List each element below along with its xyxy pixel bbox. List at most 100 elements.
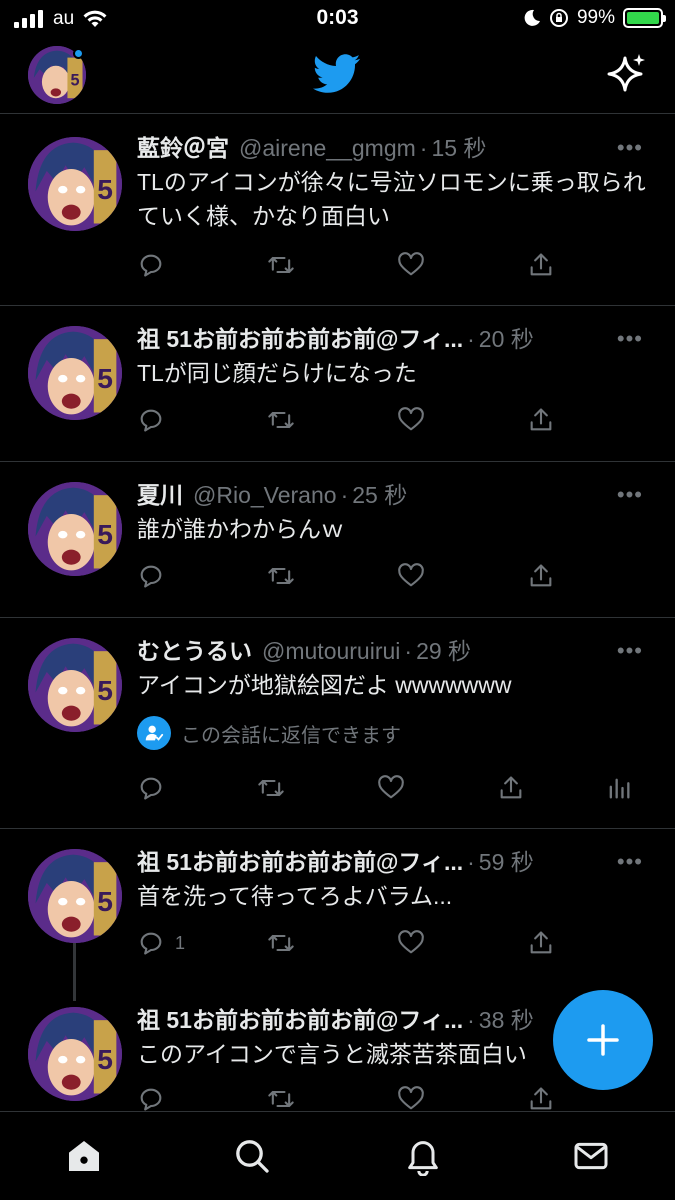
avatar-image: 5 xyxy=(28,482,122,576)
tweet-content: 夏川 @Rio_Verano · 25 秒 誰が誰かわからんｗ xyxy=(137,480,649,546)
retweet-icon[interactable] xyxy=(257,774,285,802)
timestamp[interactable]: 20 秒 xyxy=(479,324,534,354)
tweet-actions: 1 xyxy=(137,929,655,959)
bottom-tab-bar xyxy=(0,1111,675,1200)
svg-text:5: 5 xyxy=(97,362,113,394)
like-icon[interactable] xyxy=(397,251,425,279)
retweet-icon[interactable] xyxy=(267,562,295,590)
reply-icon[interactable]: 1 xyxy=(137,929,185,957)
like-icon[interactable] xyxy=(397,1085,425,1113)
like-icon[interactable] xyxy=(377,774,405,802)
svg-text:5: 5 xyxy=(97,674,113,706)
status-right: 99% xyxy=(523,7,666,29)
more-icon[interactable]: ••• xyxy=(617,135,643,161)
display-name[interactable]: 夏川 xyxy=(137,480,183,510)
more-icon[interactable]: ••• xyxy=(617,849,643,875)
timestamp[interactable]: 15 秒 xyxy=(431,133,486,163)
retweet-icon[interactable] xyxy=(267,929,295,957)
avatar-image: 5 xyxy=(28,1007,122,1101)
reply-permission-note: この会話に返信できます xyxy=(137,716,649,750)
more-icon[interactable]: ••• xyxy=(617,638,643,664)
orientation-lock-icon xyxy=(549,9,568,27)
avatar-image: 5 xyxy=(28,849,122,943)
svg-text:5: 5 xyxy=(70,71,79,89)
tweet[interactable]: 5 むとうるい @mutouruirui · 29 秒 アイコンが地獄絵図だよ … xyxy=(0,618,675,829)
tweet-text: 首を洗って待ってろよバラム... xyxy=(137,883,453,909)
share-icon[interactable] xyxy=(497,774,525,802)
svg-text:5: 5 xyxy=(97,173,113,205)
mail-icon[interactable] xyxy=(569,1134,613,1178)
reply-icon[interactable] xyxy=(137,562,165,590)
search-icon[interactable] xyxy=(230,1134,274,1178)
reply-count: 1 xyxy=(175,932,186,953)
retweet-icon[interactable] xyxy=(267,406,295,434)
reply-icon[interactable] xyxy=(137,774,165,802)
share-icon[interactable] xyxy=(527,562,555,590)
handle[interactable]: @airene__gmgm xyxy=(239,133,416,163)
bell-icon[interactable] xyxy=(401,1134,445,1178)
display-name[interactable]: 祖 51お前お前お前お前@フィ... xyxy=(137,1005,463,1035)
status-bar: au 0:03 99% xyxy=(0,0,675,38)
tweet-avatar[interactable]: 5 xyxy=(28,482,122,576)
avatar-image: 5 xyxy=(28,326,122,420)
handle[interactable]: @mutouruirui xyxy=(262,636,400,666)
analytics-icon[interactable] xyxy=(605,774,633,802)
timestamp[interactable]: 29 秒 xyxy=(416,636,471,666)
reply-allowed-icon xyxy=(137,716,171,750)
tweet-meta: 藍鈴＠宮 @airene__gmgm · 15 秒 xyxy=(137,133,487,163)
tweet-content: 祖 51お前お前お前お前@フィ... · 20 秒 TLが同じ顔だらけになった xyxy=(137,324,649,390)
tweet-meta: 祖 51お前お前お前お前@フィ... · 20 秒 xyxy=(137,324,534,354)
sparkle-icon[interactable] xyxy=(607,52,647,96)
reply-icon[interactable] xyxy=(137,406,165,434)
display-name[interactable]: 祖 51お前お前お前お前@フィ... xyxy=(137,847,463,877)
notification-dot xyxy=(73,48,84,59)
tweet-content: 祖 51お前お前お前お前@フィ... · 59 秒 首を洗って待ってろよバラム.… xyxy=(137,847,649,913)
tweet-text: TLが同じ顔だらけになった xyxy=(137,360,417,386)
tweet-avatar[interactable]: 5 xyxy=(28,638,122,732)
like-icon[interactable] xyxy=(397,929,425,957)
compose-tweet-button[interactable] xyxy=(553,990,653,1090)
top-header: 5 xyxy=(0,38,675,114)
svg-text:5: 5 xyxy=(97,1043,113,1075)
handle[interactable]: @Rio_Verano xyxy=(193,480,337,510)
share-icon[interactable] xyxy=(527,251,555,279)
home-icon[interactable] xyxy=(62,1134,106,1178)
tweet[interactable]: 5 藍鈴＠宮 @airene__gmgm · 15 秒 TLのアイコンが徐々に号… xyxy=(0,115,675,306)
display-name[interactable]: むとうるい xyxy=(137,636,252,666)
tweet-text: 誰が誰かわからんｗ xyxy=(137,516,344,542)
more-icon[interactable]: ••• xyxy=(617,326,643,352)
tweet-avatar[interactable]: 5 xyxy=(28,1007,122,1101)
tweet-content: むとうるい @mutouruirui · 29 秒 アイコンが地獄絵図だよ ww… xyxy=(137,636,649,750)
timestamp[interactable]: 25 秒 xyxy=(352,480,407,510)
tweet[interactable]: 5 祖 51お前お前お前お前@フィ... · 20 秒 TLが同じ顔だらけになっ… xyxy=(0,306,675,462)
share-icon[interactable] xyxy=(527,406,555,434)
avatar-image: 5 xyxy=(28,638,122,732)
retweet-icon[interactable] xyxy=(267,251,295,279)
tweet-meta: 夏川 @Rio_Verano · 25 秒 xyxy=(137,480,408,510)
tweet-avatar[interactable]: 5 xyxy=(28,849,122,943)
share-icon[interactable] xyxy=(527,929,555,957)
tweet-avatar[interactable]: 5 xyxy=(28,326,122,420)
battery-icon xyxy=(623,8,666,28)
moon-icon xyxy=(524,9,540,26)
tweet[interactable]: 5 夏川 @Rio_Verano · 25 秒 誰が誰かわからんｗ ••• xyxy=(0,462,675,618)
tweet-avatar[interactable]: 5 xyxy=(28,137,122,231)
timestamp[interactable]: 59 秒 xyxy=(479,847,534,877)
display-name[interactable]: 藍鈴＠宮 xyxy=(137,133,229,163)
more-icon[interactable]: ••• xyxy=(617,482,643,508)
tweet-text: アイコンが地獄絵図だよ wwwwwww xyxy=(137,672,512,698)
like-icon[interactable] xyxy=(397,562,425,590)
tweet-actions xyxy=(137,774,655,804)
timestamp[interactable]: 38 秒 xyxy=(479,1005,534,1035)
share-icon[interactable] xyxy=(527,1085,555,1113)
tweet-actions xyxy=(137,251,655,281)
tweet-actions xyxy=(137,406,655,436)
tweet-content: 藍鈴＠宮 @airene__gmgm · 15 秒 TLのアイコンが徐々に号泣ソ… xyxy=(137,133,649,233)
reply-icon[interactable] xyxy=(137,251,165,279)
display-name[interactable]: 祖 51お前お前お前お前@フィ... xyxy=(137,324,463,354)
twitter-bird-icon[interactable] xyxy=(313,54,361,94)
retweet-icon[interactable] xyxy=(267,1085,295,1113)
tweet-meta: 祖 51お前お前お前お前@フィ... · 59 秒 xyxy=(137,847,534,877)
like-icon[interactable] xyxy=(397,406,425,434)
reply-icon[interactable] xyxy=(137,1085,165,1113)
